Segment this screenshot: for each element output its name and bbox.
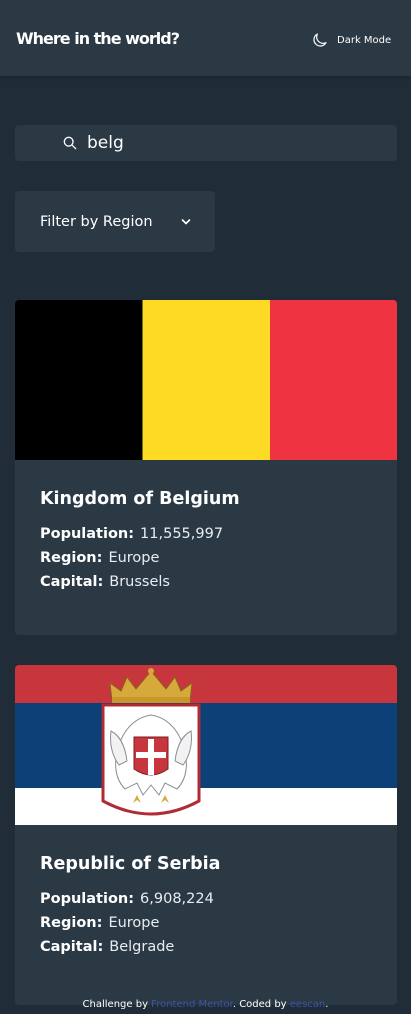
capital-row: Capital: Belgrade	[40, 937, 174, 957]
footer: Challenge by Frontend Mentor. Coded by e…	[0, 997, 411, 1013]
chevron-down-icon	[181, 219, 191, 225]
region-row: Region: Europe	[40, 913, 159, 933]
population-value: 6,908,224	[140, 891, 214, 907]
country-card[interactable]: Republic of Serbia Population: 6,908,224 …	[15, 665, 397, 1005]
country-name: Republic of Serbia	[40, 854, 221, 874]
capital-value: Brussels	[109, 574, 170, 590]
footer-suffix: .	[325, 999, 329, 1010]
author-link[interactable]: eescan	[290, 999, 325, 1010]
flag-serbia	[15, 665, 397, 825]
population-label: Population:	[40, 526, 135, 542]
app-title: Where in the world?	[16, 29, 180, 48]
capital-value: Belgrade	[109, 939, 175, 955]
region-label: Region:	[40, 550, 103, 566]
capital-label: Capital:	[40, 939, 104, 955]
search-icon	[63, 136, 77, 150]
dark-mode-label: Dark Mode	[337, 34, 392, 46]
population-label: Population:	[40, 891, 135, 907]
region-filter-label: Filter by Region	[40, 214, 153, 230]
dark-mode-toggle[interactable]: Dark Mode	[311, 30, 391, 50]
region-label: Region:	[40, 915, 103, 931]
region-value: Europe	[108, 915, 160, 931]
header: Where in the world? Dark Mode	[0, 0, 411, 76]
country-card[interactable]: Kingdom of Belgium Population: 11,555,997…	[15, 300, 397, 635]
frontend-mentor-link[interactable]: Frontend Mentor	[151, 999, 233, 1010]
region-row: Region: Europe	[40, 548, 159, 568]
region-filter-dropdown[interactable]: Filter by Region	[15, 191, 215, 252]
search-input[interactable]	[87, 125, 377, 161]
capital-label: Capital:	[40, 574, 104, 590]
footer-middle: . Coded by	[232, 999, 290, 1010]
population-row: Population: 11,555,997	[40, 524, 223, 544]
moon-icon	[313, 33, 327, 47]
flag-belgium	[15, 300, 397, 460]
region-value: Europe	[108, 550, 160, 566]
footer-prefix: Challenge by	[82, 999, 152, 1010]
population-row: Population: 6,908,224	[40, 889, 214, 909]
search-box[interactable]	[15, 125, 397, 161]
country-name: Kingdom of Belgium	[40, 489, 240, 509]
capital-row: Capital: Brussels	[40, 572, 170, 592]
population-value: 11,555,997	[140, 526, 224, 542]
